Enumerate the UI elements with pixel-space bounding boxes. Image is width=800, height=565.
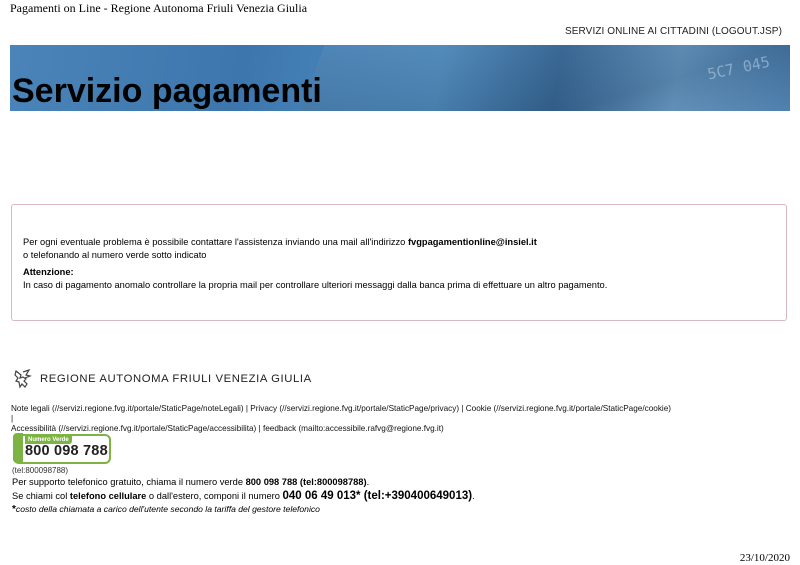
info-box: Per ogni eventuale problema è possibile … [11,204,787,321]
legal-links-line1[interactable]: Note legali (//servizi.regione.fvg.it/po… [11,404,671,424]
numero-verde-badge[interactable]: Numero Verde 800 098 788 [13,433,111,464]
tel-link[interactable]: (tel:800098788) [12,466,68,475]
support-line-free: Per supporto telefonico gratuito, chiama… [12,477,369,487]
support-mobile-suffix: . [472,491,475,501]
support-free-suffix: . [366,477,370,487]
page-title: Servizio pagamenti [12,72,322,110]
info-contact-text: Per ogni eventuale problema è possibile … [23,237,408,247]
logout-link[interactable]: SERVIZI ONLINE AI CITTADINI (LOGOUT.JSP) [565,26,782,37]
numero-verde-number: 800 098 788 [25,443,108,459]
region-name: REGIONE AUTONOMA FRIULI VENEZIA GIULIA [40,373,312,385]
support-mobile-label: telefono cellulare [69,491,147,501]
support-mobile-prefix: Se chiami col [12,491,70,501]
support-mobile-mid: o dall'estero, componi il numero [146,491,283,501]
document-title: Pagamenti on Line - Regione Autonoma Fri… [10,1,308,15]
attention-label: Attenzione: [23,267,74,277]
legal-links-line2[interactable]: Accessibilità (//servizi.regione.fvg.it/… [11,424,671,434]
legal-links[interactable]: Note legali (//servizi.regione.fvg.it/po… [11,404,671,434]
cost-note-text: costo della chiamata a carico dell'utent… [15,504,320,514]
phone-icon [13,433,23,463]
header-banner: 5C7 045 Servizio pagamenti [10,45,790,111]
support-free-text: Per supporto telefonico gratuito, chiama… [12,477,246,487]
support-free-number[interactable]: 800 098 788 (tel:800098788) [246,477,367,487]
info-line-contact: Per ogni eventuale problema è possibile … [23,235,537,249]
attention-text: In caso di pagamento anomalo controllare… [23,280,608,290]
region-logo: REGIONE AUTONOMA FRIULI VENEZIA GIULIA [14,369,311,389]
support-line-mobile: Se chiami col telefono cellulare o dall'… [12,490,475,502]
support-mobile-number[interactable]: 040 06 49 013* (tel:+390400649013) [282,490,472,502]
region-eagle-icon [14,369,32,389]
info-line-phone: o telefonando al numero verde sotto indi… [23,250,207,260]
page-date: 23/10/2020 [739,552,790,564]
cost-note: *costo della chiamata a carico dell'uten… [12,504,320,515]
support-email: fvgpagamentionline@insiel.it [407,237,537,247]
